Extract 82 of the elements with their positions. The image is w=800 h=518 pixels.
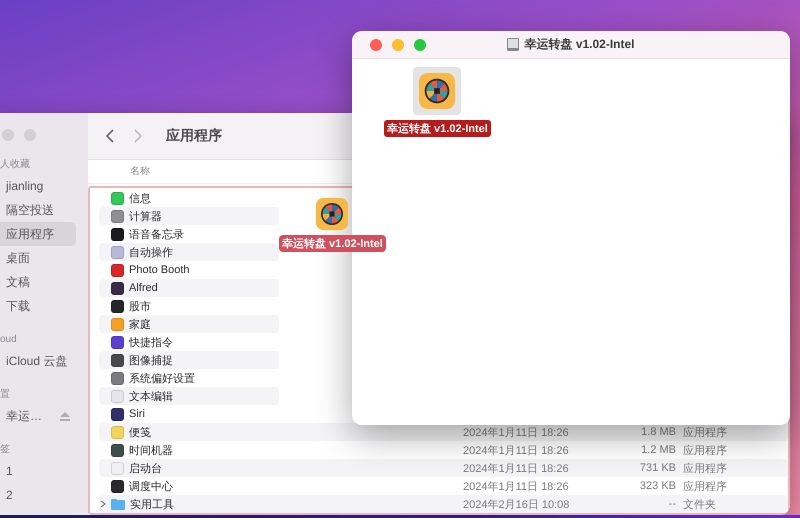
file-row[interactable]: 时间机器 2024年1月11日 18:26 1.2 MB 应用程序 (99, 441, 788, 459)
column-header[interactable]: 名称 (88, 160, 352, 184)
file-row[interactable]: 自动操作 (99, 243, 279, 261)
size-cell-text: 1.8 MB (640, 426, 676, 438)
file-name: 语音备忘录 (129, 228, 184, 242)
file-name: 时间机器 (129, 444, 173, 458)
file-row[interactable]: 启动台 2024年1月11日 18:26 731 KB 应用程序 (99, 459, 788, 477)
size-cell-text: 323 KB (638, 480, 676, 492)
sidebar-item[interactable]: 2 (0, 483, 76, 507)
file-name: 便笺 (129, 426, 151, 440)
file-label[interactable]: 幸运转盘 v1.02-Intel (384, 120, 491, 137)
kind-cell-text: 应用程序 (682, 462, 728, 476)
sidebar-heading: 人收藏 (0, 158, 31, 172)
file-row[interactable]: Siri (99, 405, 279, 423)
window-control-icon[interactable] (392, 38, 404, 50)
date-cell-text: 2024年2月16日 10:08 (463, 498, 570, 512)
sidebar-heading: 签 (0, 443, 11, 457)
file-name: 信息 (129, 192, 151, 206)
window-title: 应用程序 (166, 127, 222, 145)
kind-cell-text: 文件夹 (682, 498, 717, 512)
size-cell-text: 731 KB (638, 462, 676, 474)
file-name: Photo Booth (129, 264, 190, 276)
file-name: 快捷指令 (129, 336, 173, 350)
file-row[interactable]: 快捷指令 (99, 333, 279, 351)
file-row[interactable]: 语音备忘录 (99, 225, 279, 243)
size-cell-text: -- (668, 498, 676, 510)
window-control-icon[interactable] (414, 38, 426, 50)
kind-cell-text: 应用程序 (682, 444, 728, 458)
date-cell-text: 2024年1月11日 18:26 (463, 444, 570, 458)
icon-selection[interactable] (413, 67, 462, 115)
sidebar-item[interactable]: 隔空投送 (0, 198, 76, 222)
window-title: 幸运转盘 v1.02-Intel (524, 36, 635, 53)
file-row[interactable]: 信息 (99, 189, 279, 207)
sidebar-item[interactable]: 幸运… (0, 404, 76, 428)
sidebar-item[interactable]: jianling (0, 174, 76, 198)
file-row[interactable]: 调度中心 2024年1月11日 18:26 323 KB 应用程序 (99, 477, 788, 495)
file-name: 启动台 (129, 462, 162, 476)
file-name: Alfred (129, 282, 158, 294)
prize-wheel-icon (315, 197, 350, 231)
file-row[interactable]: 系统偏好设置 (99, 369, 279, 387)
file-row[interactable]: 家庭 (99, 315, 279, 333)
file-name: 系统偏好设置 (129, 372, 195, 386)
sidebar-item[interactable]: 下载 (0, 294, 76, 318)
sidebar-item[interactable]: 应用程序 (0, 222, 76, 246)
dragged-file-label: 幸运转盘 v1.02-Intel (279, 235, 386, 252)
sidebar-item[interactable]: iCloud 云盘 (0, 349, 76, 373)
file-row[interactable]: 文本编辑 (99, 387, 279, 405)
window-control-icon[interactable] (24, 129, 36, 141)
back-icon[interactable] (106, 129, 114, 143)
file-name: 家庭 (129, 318, 151, 332)
file-row[interactable]: 便笺 2024年1月11日 18:26 1.8 MB 应用程序 (99, 423, 788, 441)
file-name: 自动操作 (129, 246, 173, 260)
forward-icon[interactable] (134, 129, 142, 143)
file-name: 股市 (129, 300, 151, 314)
file-name: 调度中心 (129, 480, 173, 494)
sidebar-heading: oud (0, 333, 18, 347)
file-name: 实用工具 (130, 498, 174, 512)
kind-cell-text: 应用程序 (682, 480, 728, 494)
date-cell-text: 2024年1月11日 18:26 (463, 480, 570, 494)
sidebar-item[interactable]: 桌面 (0, 246, 76, 270)
kind-cell-text: 应用程序 (682, 426, 728, 440)
file-name: 图像捕捉 (129, 354, 173, 368)
sidebar-item[interactable]: 文稿 (0, 270, 76, 294)
sidebar-heading: 置 (0, 388, 11, 402)
file-row[interactable]: Photo Booth (99, 261, 279, 279)
sidebar-item[interactable]: 1 (0, 459, 76, 483)
disclosure-icon[interactable] (100, 500, 106, 508)
eject-icon[interactable] (60, 412, 70, 420)
file-name: Siri (129, 408, 145, 420)
size-cell-text: 1.2 MB (640, 444, 676, 456)
prize-wheel-icon (418, 72, 456, 110)
window-control-icon[interactable] (370, 38, 382, 50)
date-cell-text: 2024年1月11日 18:26 (463, 426, 570, 440)
file-name: 计算器 (129, 210, 162, 224)
file-row[interactable]: 计算器 (99, 207, 279, 225)
file-row[interactable]: 实用工具 2024年2月16日 10:08 -- 文件夹 (99, 495, 788, 513)
file-row[interactable]: 图像捕捉 (99, 351, 279, 369)
window-control-icon[interactable] (2, 129, 14, 141)
file-row[interactable]: Alfred (99, 279, 279, 297)
file-name: 文本编辑 (129, 390, 173, 404)
date-cell-text: 2024年1月11日 18:26 (463, 462, 570, 476)
file-row[interactable]: 股市 (99, 297, 279, 315)
